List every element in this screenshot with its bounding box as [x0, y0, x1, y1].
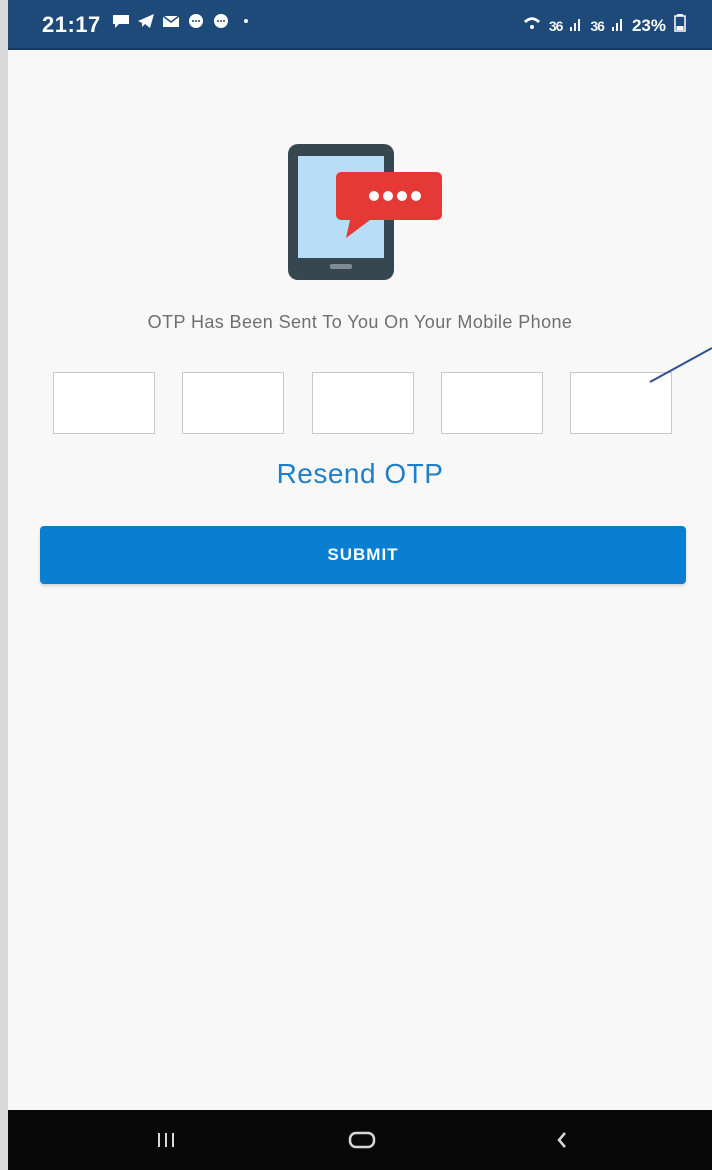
- status-bar: 21:17 36 36 23%: [8, 0, 712, 50]
- otp-input-1[interactable]: [53, 372, 155, 434]
- signal-2-text: 36: [590, 17, 605, 34]
- dot-icon: [237, 13, 255, 29]
- otp-input-2[interactable]: [182, 372, 284, 434]
- otp-input-3[interactable]: [312, 372, 414, 434]
- recent-apps-icon[interactable]: [126, 1110, 206, 1170]
- navigation-bar: [8, 1110, 712, 1170]
- submit-button[interactable]: SUBMIT: [40, 526, 686, 584]
- telegram-icon: [137, 13, 155, 29]
- otp-input-4[interactable]: [441, 372, 543, 434]
- chat-icon: [187, 13, 205, 29]
- battery-text: 23%: [631, 15, 666, 35]
- status-time: 21:17: [42, 12, 101, 37]
- otp-illustration-icon: [288, 144, 442, 280]
- app-screen: 21:17 36 36 23% OTP Has Been Sent To You…: [0, 0, 712, 1170]
- message-icon: [112, 13, 130, 29]
- notification-icons: [112, 13, 255, 29]
- otp-message: OTP Has Been Sent To You On Your Mobile …: [147, 312, 573, 332]
- otp-screen: OTP Has Been Sent To You On Your Mobile …: [8, 50, 712, 1110]
- wifi-icon: [523, 15, 541, 36]
- annotation-pointer: [649, 347, 712, 383]
- signal-icon: [611, 16, 624, 36]
- otp-inputs: [53, 372, 673, 436]
- signal-icon: [570, 16, 582, 36]
- back-icon[interactable]: [522, 1110, 602, 1170]
- home-icon[interactable]: [322, 1110, 402, 1170]
- status-right: 36 36 23%: [523, 14, 686, 37]
- signal-1-text: 36: [548, 17, 564, 34]
- mail-icon: [162, 13, 180, 29]
- resend-otp-link[interactable]: Resend OTP: [8, 458, 712, 490]
- chat-icon: [212, 13, 230, 29]
- battery-icon: [674, 14, 686, 37]
